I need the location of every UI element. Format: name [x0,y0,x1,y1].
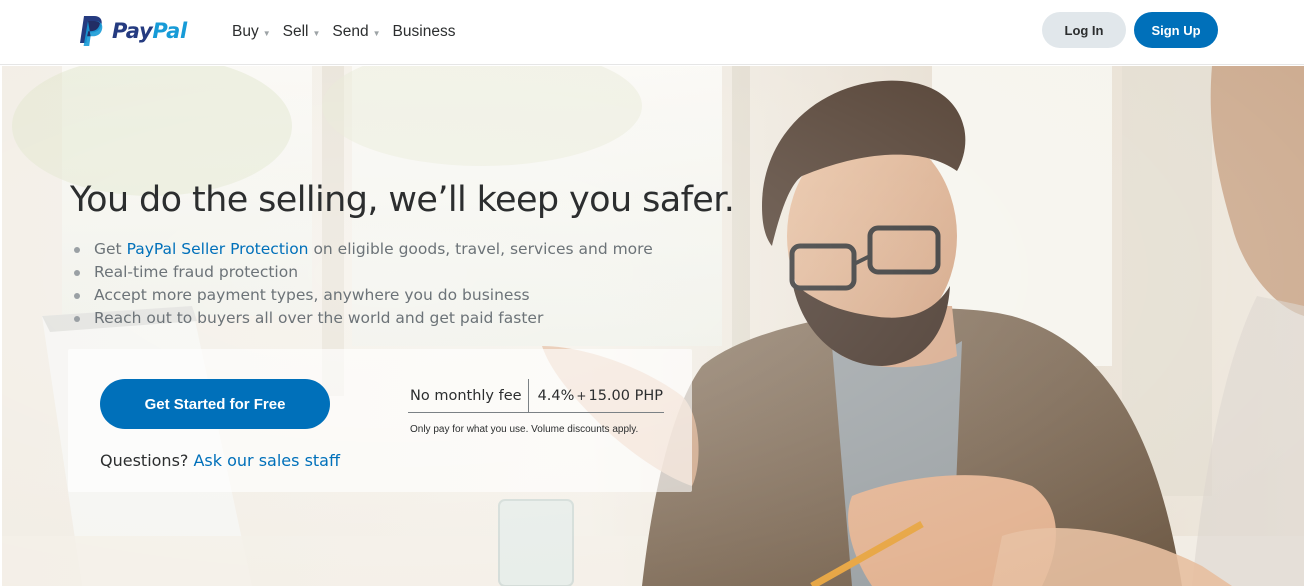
nav-sell-label: Sell [282,23,309,40]
list-item: Accept more payment types, anywhere you … [74,284,653,307]
nav-business-label: Business [392,23,456,40]
feature-list: Get PayPal Seller Protection on eligible… [74,238,653,330]
hero-section: You do the selling, we’ll keep you safer… [2,66,1304,586]
bullet-icon [74,269,80,276]
wordmark-pay: Pay [112,19,153,43]
paypal-logo[interactable]: PayPal [78,14,187,48]
chevron-down-icon: ▼ [262,29,271,38]
monthly-fee-label: No monthly fee [408,379,529,412]
nav-send-label: Send [332,23,369,40]
rate-plus: + [576,388,587,403]
hero-headline: You do the selling, we’ll keep you safer… [70,180,735,220]
pricing-summary: No monthly fee 4.4% + 15.00 PHP [408,379,664,413]
bullet-4-text: Reach out to buyers all over the world a… [94,309,544,327]
pricing-note: Only pay for what you use. Volume discou… [410,424,639,435]
seller-protection-link[interactable]: PayPal Seller Protection [127,238,309,261]
nav-sell[interactable]: Sell ▼ [283,23,321,41]
chevron-down-icon: ▼ [372,29,381,38]
questions-line: Questions? Ask our sales staff [100,451,340,470]
nav-buy[interactable]: Buy ▼ [232,23,271,41]
bullet-1-suffix: on eligible goods, travel, services and … [308,240,653,258]
transaction-rate: 4.4% + 15.00 PHP [529,379,663,412]
bullet-3-text: Accept more payment types, anywhere you … [94,286,530,304]
chevron-down-icon: ▼ [312,29,321,38]
signup-button[interactable]: Sign Up [1134,12,1218,48]
cta-panel: Get Started for Free Questions? Ask our … [68,349,692,492]
list-item: Real-time fraud protection [74,261,653,284]
main-nav: Buy ▼ Sell ▼ Send ▼ Business [232,21,467,43]
nav-buy-label: Buy [232,23,259,40]
site-header: PayPal Buy ▼ Sell ▼ Send ▼ Business Log … [0,0,1304,65]
list-item: Reach out to buyers all over the world a… [74,307,653,330]
bullet-icon [74,246,80,253]
list-item: Get PayPal Seller Protection on eligible… [74,238,653,261]
paypal-monogram-icon [80,16,103,46]
login-button[interactable]: Log In [1042,12,1126,48]
get-started-button[interactable]: Get Started for Free [100,379,330,429]
bullet-icon [74,315,80,322]
nav-send[interactable]: Send ▼ [332,23,380,41]
nav-business[interactable]: Business [393,23,456,41]
questions-prefix: Questions? [100,451,194,470]
ask-sales-link[interactable]: Ask our sales staff [193,451,340,470]
bullet-icon [74,292,80,299]
rate-fixed: 15.00 PHP [588,387,663,404]
bullet-2-text: Real-time fraud protection [94,263,299,281]
wordmark-pal: Pal [152,19,187,43]
rate-percent: 4.4% [537,387,575,404]
paypal-wordmark: PayPal [112,19,187,43]
bullet-1-prefix: Get [94,240,122,258]
